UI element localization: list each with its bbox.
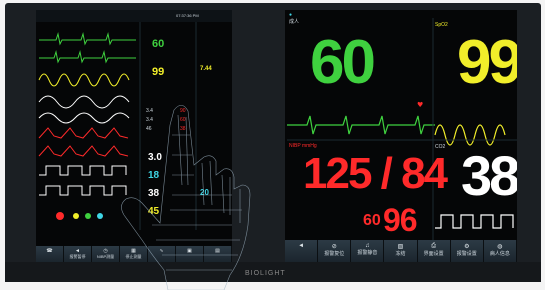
alarm-setup-button[interactable]: ⚙ 报警设置 — [450, 240, 484, 262]
nibp-mean-value: 96 — [383, 202, 418, 238]
param-value-a: 3.4 — [146, 108, 153, 114]
settings-icon: ⚙ — [464, 244, 470, 250]
button-bar-left: ☎ ◄ 报警暂停 ◷ NIBP测量 ▦ 停止测量 ∿ ▣ ▤ — [36, 246, 232, 262]
wave-button[interactable]: ∿ — [148, 246, 176, 262]
freeze-button[interactable]: ▧ 冻结 — [384, 240, 418, 262]
spo2-small-value: 7.44 — [200, 66, 212, 72]
pleth-wave — [38, 73, 130, 87]
phone-button[interactable]: ☎ — [36, 246, 64, 262]
co2-label: CO2 — [435, 144, 446, 150]
mute-icon: ♫ — [365, 243, 370, 249]
hr-value-large: 60 — [310, 28, 376, 97]
hr-value: 60 — [152, 38, 165, 50]
spo2-label: SpO2 — [435, 22, 448, 28]
print-icon: ⎙ — [431, 243, 437, 249]
resp-value: 18 — [148, 170, 160, 181]
screen-setup-button[interactable]: ⎙ 界面设置 — [417, 240, 451, 262]
patient-monitor-screen-left: 07:37:36 PM 60 99 7.44 3.4 3.4 46 90 60 … — [36, 10, 232, 262]
image-icon: ▣ — [187, 248, 192, 254]
resp-value-large: 38 — [461, 144, 517, 207]
co2-wave-right — [435, 214, 514, 229]
nibp-small-value: 45 — [148, 206, 160, 217]
alarm-pause-icon: ⊘ — [331, 244, 337, 250]
chart-icon: ▤ — [215, 248, 220, 254]
back-icon: ◄ — [298, 243, 305, 249]
pair-value-c: 38 — [180, 126, 186, 132]
alarm-pause-button[interactable]: ◄ 报警暂停 — [64, 246, 92, 262]
patient-info-button[interactable]: ◍ 病人信息 — [483, 240, 517, 262]
brand-logo: BIOLIGHT — [245, 270, 286, 277]
network-indicator-icon — [85, 213, 91, 219]
back-button[interactable]: ◄ — [285, 240, 319, 262]
resp-wave-2 — [38, 112, 130, 124]
waveform-panel-left — [36, 10, 232, 230]
co2-wave-1 — [39, 165, 127, 176]
pleth-wave-right — [434, 124, 506, 146]
ibp-wave-2 — [38, 145, 129, 157]
ecg-wave-2 — [39, 50, 136, 64]
param-value-b: 3.4 — [146, 117, 153, 123]
alarm-indicator-icon — [56, 212, 64, 220]
alarm-mute-button[interactable]: ♫ 报警静音 — [351, 240, 385, 262]
nibp-value-large: 125 / 84 — [303, 149, 448, 198]
patient-monitor-screen-right: 成人 ● ♥ 60 SpO2 99 NIBP mmHg 125 / 84 60 … — [285, 10, 517, 262]
battery-indicator-icon — [73, 213, 79, 219]
nibp-measure-button[interactable]: ◷ NIBP测量 — [92, 246, 120, 262]
pair-value-a: 90 — [180, 108, 186, 114]
temp-value: 3.0 — [148, 152, 162, 163]
ibp-wave-1 — [38, 127, 129, 139]
pair-value-b: 60 — [180, 117, 186, 123]
resp-wave-1 — [38, 95, 130, 109]
button-bar-right: ◄ ⊘ 报警复位 ♫ 报警静音 ▧ 冻结 ⎙ 界面设置 ⚙ 报警设置 ◍ 病人信息 — [285, 240, 517, 262]
spo2-value-large: 99 — [457, 28, 517, 97]
clock-time: 07:37:36 PM — [176, 13, 199, 18]
chart-button[interactable]: ▤ — [204, 246, 232, 262]
stop-measure-button[interactable]: ▦ 停止测量 — [120, 246, 148, 262]
co2-wave-2 — [39, 185, 127, 196]
wave-icon: ∿ — [159, 248, 164, 254]
spo2-value: 99 — [152, 66, 165, 78]
nibp-pr-value: 60 — [363, 212, 381, 229]
user-icon: ◍ — [497, 244, 503, 250]
alarm-reset-button[interactable]: ⊘ 报警复位 — [318, 240, 352, 262]
ecg-wave-right — [287, 115, 435, 135]
phone-icon: ☎ — [46, 248, 53, 254]
image-button[interactable]: ▣ — [176, 246, 204, 262]
nibp-small-value-2: 20 — [200, 188, 209, 197]
etco2-value: 38 — [148, 188, 160, 199]
ecg-wave-1 — [39, 32, 136, 46]
param-value-c: 46 — [146, 126, 152, 132]
freeze-icon: ▧ — [397, 244, 404, 250]
heart-icon: ♥ — [417, 101, 423, 109]
sensor-indicator-icon — [97, 213, 103, 219]
